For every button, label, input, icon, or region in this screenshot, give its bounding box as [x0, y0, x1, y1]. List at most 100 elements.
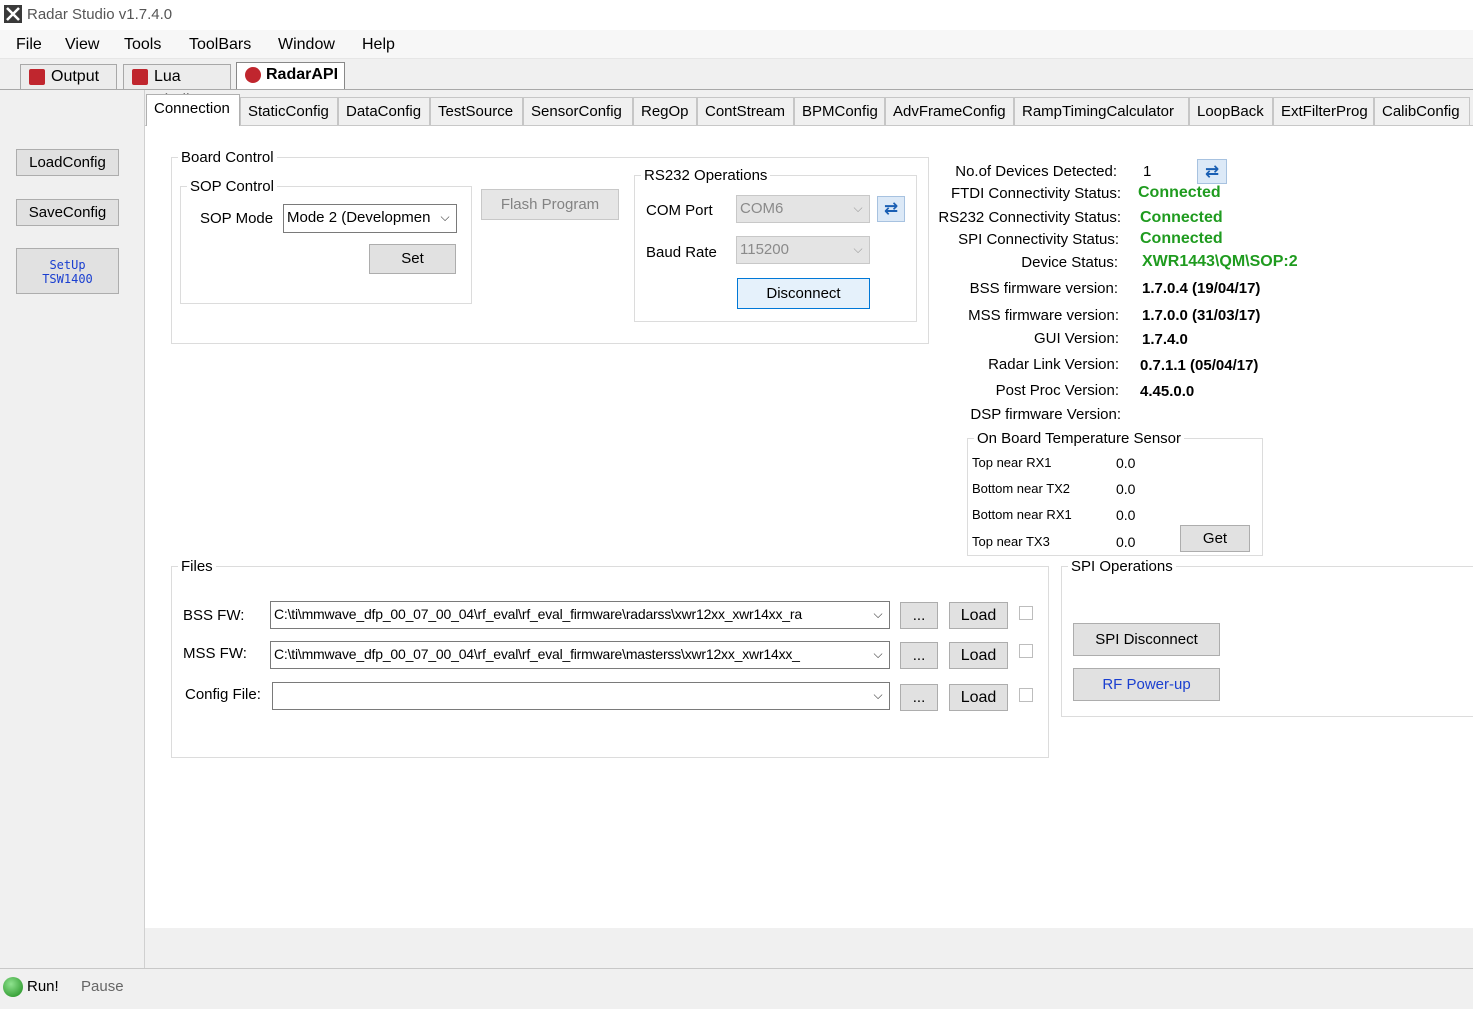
temp-label-bottom-tx2: Bottom near TX2	[972, 481, 1071, 496]
com-port-select[interactable]: COM6 ⌵	[736, 195, 870, 223]
tab-regop[interactable]: RegOp	[633, 97, 697, 125]
mss-fw-version-value: 1.7.0.0 (31/03/17)	[1142, 307, 1261, 324]
bss-fw-path-select[interactable]: C:\ti\mmwave_dfp_00_07_00_04\rf_eval\rf_…	[270, 601, 890, 629]
temp-label-top-tx3: Top near TX3	[972, 534, 1050, 549]
devices-detected-label: No.of Devices Detected:	[955, 163, 1117, 180]
tab-sensorconfig[interactable]: SensorConfig	[523, 97, 633, 125]
device-status-value: XWR1443\QM\SOP:2	[1142, 253, 1298, 270]
menu-view[interactable]: View	[65, 36, 99, 54]
save-config-button[interactable]: SaveConfig	[16, 199, 119, 226]
left-panel: LoadConfig SaveConfig SetUp TSW1400	[0, 90, 145, 968]
menu-toolbars[interactable]: ToolBars	[189, 36, 251, 54]
board-control-legend: Board Control	[181, 149, 274, 166]
spi-status-label: SPI Connectivity Status:	[958, 231, 1119, 248]
bss-fw-version-label: BSS firmware version:	[969, 280, 1118, 297]
sop-control-group: SOP Control	[180, 178, 472, 304]
menu-bar: File View Tools ToolBars Window Help	[0, 30, 1473, 59]
doc-tab-label: Output	[51, 68, 100, 85]
chevron-down-icon: ⌵	[873, 647, 883, 661]
mss-fw-version-label: MSS firmware version:	[968, 307, 1119, 324]
radar-link-version-value: 0.7.1.1 (05/04/17)	[1140, 357, 1259, 374]
set-sop-button[interactable]: Set	[369, 244, 456, 274]
temp-value-top-tx3: 0.0	[1116, 534, 1136, 550]
gui-version-label: GUI Version:	[1033, 330, 1119, 347]
setup-tsw1400-button[interactable]: SetUp TSW1400	[16, 248, 119, 294]
doc-tab-lua-shell[interactable]: Lua Shell	[123, 64, 231, 109]
tab-calibconfig[interactable]: CalibConfig	[1374, 97, 1470, 125]
config-file-label: Config File:	[185, 686, 261, 703]
flash-program-button[interactable]: Flash Program	[481, 189, 619, 220]
bss-fw-browse-button[interactable]: ...	[900, 602, 938, 629]
tab-bpmconfig[interactable]: BPMConfig	[794, 97, 885, 125]
files-legend: Files	[181, 558, 213, 575]
tab-ramptimingcalculator[interactable]: RampTimingCalculator	[1014, 97, 1189, 125]
mss-fw-checkbox[interactable]	[1019, 644, 1033, 658]
tab-testsource[interactable]: TestSource	[430, 97, 523, 125]
get-temperature-button[interactable]: Get	[1180, 525, 1250, 552]
run-button[interactable]: Run!	[27, 978, 59, 995]
mss-fw-browse-button[interactable]: ...	[900, 642, 938, 669]
menu-file[interactable]: File	[16, 36, 42, 54]
chevron-down-icon: ⌵	[873, 607, 883, 621]
config-file-checkbox[interactable]	[1019, 688, 1033, 702]
connection-page: Board Control SOP Control SOP Mode Mode …	[145, 125, 1473, 928]
post-proc-version-label: Post Proc Version:	[995, 382, 1119, 399]
doc-tab-label: RadarAPI	[266, 66, 339, 83]
rs232-operations-legend: RS232 Operations	[644, 167, 768, 184]
temp-label-top-rx1: Top near RX1	[972, 455, 1052, 470]
document-tabs: Output Lua Shell RadarAPI	[0, 60, 1473, 109]
tab-connection[interactable]: Connection	[146, 94, 240, 126]
baud-rate-select[interactable]: 115200 ⌵	[736, 236, 870, 264]
menu-tools[interactable]: Tools	[124, 36, 161, 54]
app-logo-icon	[4, 5, 22, 23]
menu-help[interactable]: Help	[362, 36, 395, 54]
title-bar: Radar Studio v1.7.4.0	[0, 0, 1473, 30]
disconnect-button[interactable]: Disconnect	[737, 278, 870, 309]
bss-fw-load-button[interactable]: Load	[949, 602, 1008, 629]
lua-shell-icon	[132, 69, 148, 85]
menu-window[interactable]: Window	[278, 36, 335, 54]
bss-fw-checkbox[interactable]	[1019, 606, 1033, 620]
setup-line1: SetUp	[49, 258, 86, 272]
tab-advframeconfig[interactable]: AdvFrameConfig	[885, 97, 1014, 125]
mss-fw-path-select[interactable]: C:\ti\mmwave_dfp_00_07_00_04\rf_eval\rf_…	[270, 641, 890, 669]
config-file-browse-button[interactable]: ...	[900, 684, 938, 711]
config-file-select[interactable]: ⌵	[272, 682, 890, 710]
refresh-devices-icon[interactable]: ⇄	[1197, 159, 1227, 184]
tab-contstream[interactable]: ContStream	[697, 97, 794, 125]
tab-staticconfig[interactable]: StaticConfig	[240, 97, 338, 125]
config-file-load-button[interactable]: Load	[949, 684, 1008, 711]
sop-mode-select[interactable]: Mode 2 (Developmen ⌵	[283, 204, 457, 233]
window-title: Radar Studio v1.7.4.0	[27, 6, 173, 23]
chevron-down-icon: ⌵	[873, 688, 883, 702]
temp-value-top-rx1: 0.0	[1116, 455, 1136, 471]
pause-button[interactable]: Pause	[81, 978, 124, 995]
ftdi-status-label: FTDI Connectivity Status:	[950, 185, 1121, 202]
radarapi-icon	[245, 67, 261, 83]
bss-fw-version-value: 1.7.0.4 (19/04/17)	[1142, 280, 1261, 297]
sop-mode-label: SOP Mode	[200, 210, 274, 227]
mss-fw-load-button[interactable]: Load	[949, 642, 1008, 669]
com-port-value: COM6	[740, 200, 784, 217]
spi-status-value: Connected	[1140, 230, 1223, 247]
rf-powerup-button[interactable]: RF Power-up	[1073, 668, 1220, 701]
tab-dataconfig[interactable]: DataConfig	[338, 97, 430, 125]
run-icon	[3, 977, 23, 997]
temp-value-bottom-tx2: 0.0	[1116, 481, 1136, 497]
dsp-fw-version-label: DSP firmware Version:	[970, 406, 1121, 423]
bss-fw-path-value: C:\ti\mmwave_dfp_00_07_00_04\rf_eval\rf_…	[274, 606, 802, 622]
baud-rate-label: Baud Rate	[646, 244, 717, 261]
tab-loopback[interactable]: LoopBack	[1189, 97, 1273, 125]
doc-tab-radarapi[interactable]: RadarAPI	[236, 62, 345, 89]
rs232-status-value: Connected	[1140, 209, 1223, 226]
com-port-label: COM Port	[646, 202, 713, 219]
tab-extfilterprog[interactable]: ExtFilterProg	[1273, 97, 1374, 125]
post-proc-version-value: 4.45.0.0	[1140, 383, 1195, 400]
baud-rate-value: 115200	[740, 241, 789, 258]
bss-fw-label: BSS FW:	[183, 607, 245, 624]
sop-mode-value: Mode 2 (Developmen	[287, 209, 431, 226]
doc-tab-output[interactable]: Output	[20, 64, 117, 89]
spi-disconnect-button[interactable]: SPI Disconnect	[1073, 623, 1220, 656]
status-bar: Run! Pause	[0, 968, 1473, 1009]
load-config-button[interactable]: LoadConfig	[16, 149, 119, 176]
